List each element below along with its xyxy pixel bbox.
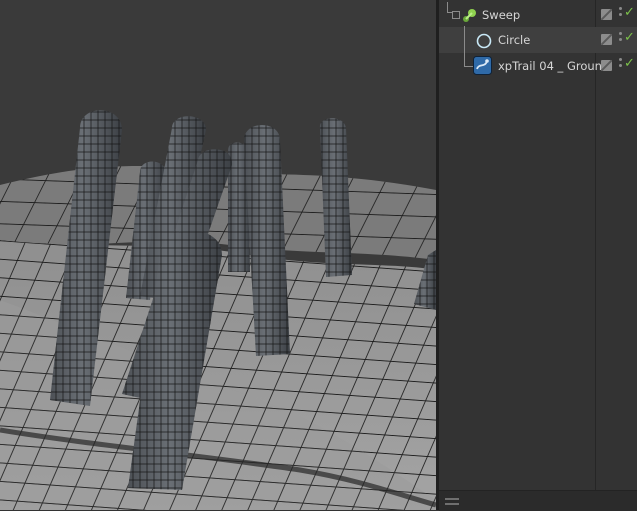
object-name: xpTrail 04 _ Ground bbox=[498, 59, 610, 73]
tree-line bbox=[464, 26, 473, 41]
display-tag-icon[interactable] bbox=[601, 60, 612, 71]
object-name: Sweep bbox=[482, 8, 521, 22]
3d-viewport[interactable] bbox=[0, 0, 436, 510]
visibility-dots-icon[interactable] bbox=[619, 58, 623, 72]
panel-resize-bar[interactable] bbox=[439, 490, 637, 511]
display-tag-icon[interactable] bbox=[601, 34, 612, 45]
grip-icon[interactable] bbox=[445, 498, 459, 500]
collapse-toggle[interactable] bbox=[452, 11, 460, 19]
enabled-check-icon[interactable]: ✓ bbox=[624, 30, 635, 46]
tree-line bbox=[464, 41, 473, 67]
viewport-scene bbox=[0, 110, 436, 510]
enabled-check-icon[interactable]: ✓ bbox=[624, 5, 635, 21]
display-tag-icon[interactable] bbox=[601, 9, 612, 20]
object-manager: Sweep ✓ Circle ✓ xpTrail 04 _ Ground ✓ bbox=[439, 0, 637, 510]
object-row-sweep[interactable]: Sweep ✓ bbox=[439, 2, 637, 28]
visibility-dots-icon[interactable] bbox=[619, 7, 623, 21]
visibility-dots-icon[interactable] bbox=[619, 32, 623, 46]
circle-spline-icon bbox=[476, 32, 492, 49]
object-name: Circle bbox=[498, 33, 531, 47]
enabled-check-icon[interactable]: ✓ bbox=[624, 56, 635, 72]
sweep-icon bbox=[461, 7, 477, 23]
xparticles-trail-icon bbox=[473, 56, 492, 75]
grip-icon[interactable] bbox=[445, 503, 459, 505]
object-row-xptrail[interactable]: xpTrail 04 _ Ground ✓ bbox=[439, 41, 637, 79]
